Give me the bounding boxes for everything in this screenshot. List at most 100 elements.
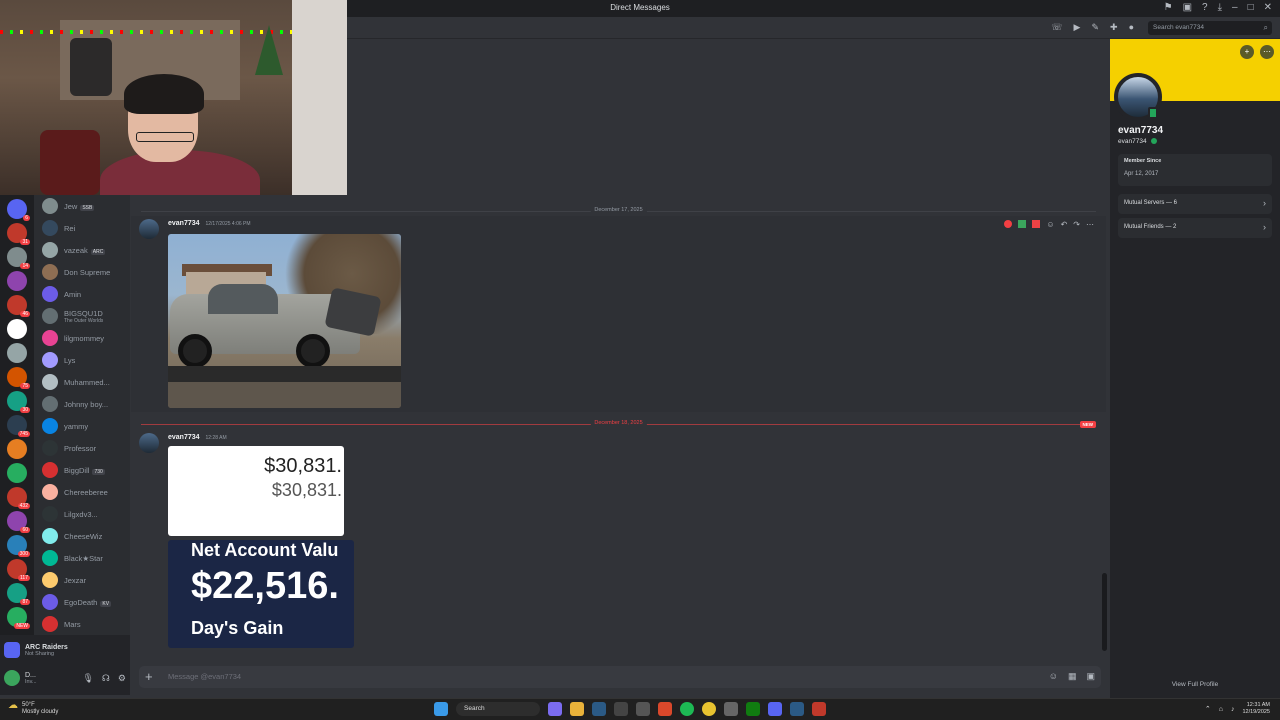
dm-list-item[interactable]: CheeseWiz (34, 525, 130, 547)
minimize-icon[interactable]: – (1232, 2, 1238, 13)
file-explorer-icon[interactable] (570, 702, 584, 716)
mutual-servers-row[interactable]: Mutual Servers — 6 › (1118, 194, 1272, 214)
chat-scrollbar[interactable] (1102, 200, 1107, 655)
server-icon[interactable]: 745 (7, 415, 30, 437)
attachment-image-account-value[interactable]: Net Account Valu $22,516. Day's Gain (168, 540, 354, 648)
steam-icon[interactable] (592, 702, 606, 716)
server-icon[interactable]: 75 (7, 367, 30, 389)
dm-list-item[interactable]: Professor (34, 437, 130, 459)
emoji-icon[interactable]: ☺ (1049, 671, 1058, 682)
dm-list-item[interactable]: vazeak ARC (34, 239, 130, 261)
message-item[interactable]: evan7734 12/17/2025 4:06 PM ☺ ↶ ↷ ⋯ (131, 216, 1106, 412)
forward-icon[interactable]: ↷ (1073, 220, 1080, 229)
attachment-image-balance[interactable]: $30,831. $30,831. (168, 446, 344, 536)
voice-call-icon[interactable]: ☏ (1051, 22, 1062, 33)
help-icon[interactable]: ? (1202, 2, 1208, 13)
app-icon[interactable] (812, 702, 826, 716)
network-icon[interactable]: ⌂ (1219, 706, 1223, 713)
close-icon[interactable]: ✕ (1264, 2, 1272, 13)
settings-icon[interactable] (636, 702, 650, 716)
server-icon[interactable]: NEW (7, 607, 30, 629)
reaction-1-icon[interactable] (1004, 220, 1013, 228)
server-icon[interactable]: 60 (7, 511, 30, 533)
widget-icon[interactable] (548, 702, 562, 716)
windows-start-icon[interactable] (434, 702, 448, 716)
reply-icon[interactable]: ↶ (1061, 220, 1068, 229)
mutual-friends-row[interactable]: Mutual Friends — 2 › (1118, 218, 1272, 238)
server-icon[interactable]: 6 (7, 199, 30, 221)
avatar[interactable] (4, 670, 20, 686)
video-call-icon[interactable]: ▶ (1074, 22, 1081, 33)
clock[interactable]: 12:31 AM 12/19/2025 (1242, 702, 1270, 716)
spotify-icon[interactable] (680, 702, 694, 716)
message-author[interactable]: evan7734 (168, 220, 200, 227)
server-icon[interactable] (7, 463, 27, 483)
dm-list-item[interactable]: Jexzar (34, 569, 130, 591)
server-icon[interactable]: 30 (7, 391, 30, 413)
gift-icon[interactable]: ▣ (1086, 671, 1095, 682)
pin-icon[interactable]: ✎ (1091, 22, 1099, 33)
dm-list-item[interactable]: Amin (34, 283, 130, 305)
dm-list-item[interactable]: yammy (34, 415, 130, 437)
steam-icon[interactable] (790, 702, 804, 716)
message-author[interactable]: evan7734 (168, 434, 200, 441)
dm-list-item[interactable]: lilgmommey (34, 327, 130, 349)
message-composer[interactable]: + Message @evan7734 ☺ ▦ ▣ (139, 666, 1101, 688)
server-icon[interactable] (7, 439, 27, 459)
dm-list-item[interactable]: Black★Star (34, 547, 130, 569)
server-icon[interactable] (7, 343, 27, 363)
app-icon[interactable] (724, 702, 738, 716)
search-input[interactable]: Search evan7734 ⌕ (1148, 21, 1272, 35)
message-avatar[interactable] (139, 433, 159, 453)
dm-list-item[interactable]: BIGSQU1D The Outer Worlds (34, 305, 130, 327)
more-options-icon[interactable]: ⋯ (1086, 220, 1094, 229)
inbox-icon[interactable]: ▣ (1183, 2, 1192, 13)
view-full-profile-link[interactable]: View Full Profile (1110, 681, 1280, 688)
dm-list-item[interactable]: Lilgxdv3... (34, 503, 130, 525)
message-input[interactable]: Message @evan7734 (168, 672, 241, 681)
dm-list-item[interactable]: Johnny boy... (34, 393, 130, 415)
message-avatar[interactable] (139, 219, 159, 239)
server-icon[interactable] (7, 271, 27, 291)
dm-list-item[interactable]: Don Supreme (34, 261, 130, 283)
dm-list-item[interactable]: Mars (34, 613, 130, 635)
flag-icon[interactable]: ⚑ (1164, 2, 1173, 13)
dm-list-item[interactable]: Chereeberee (34, 481, 130, 503)
attachment-image-truck[interactable] (168, 234, 401, 408)
add-reaction-icon[interactable]: ☺ (1046, 220, 1054, 229)
add-friends-icon[interactable]: ✚ (1110, 22, 1118, 33)
server-icon[interactable]: 31 (7, 223, 30, 245)
activity-panel[interactable]: ARC Raiders Not Sharing (4, 639, 126, 661)
brave-icon[interactable] (658, 702, 672, 716)
server-icon[interactable]: 300 (7, 535, 30, 557)
server-icon[interactable]: 14 (7, 247, 30, 269)
scrollbar-thumb[interactable] (1102, 573, 1107, 651)
weather-widget[interactable]: ☁ 50°F Mostly cloudy (8, 701, 58, 716)
reaction-3-icon[interactable] (1032, 220, 1041, 228)
download-icon[interactable]: ⤓ (1218, 2, 1222, 13)
attach-plus-icon[interactable]: + (145, 669, 153, 684)
server-icon[interactable] (7, 319, 27, 339)
dm-list-item[interactable]: EgoDeath KV (34, 591, 130, 613)
more-icon[interactable]: ⋯ (1260, 45, 1274, 59)
dm-list-item[interactable]: Rei (34, 217, 130, 239)
taskbar-search[interactable]: Search (456, 702, 540, 716)
app-icon[interactable] (614, 702, 628, 716)
server-icon[interactable]: 46 (7, 295, 30, 317)
discord-icon[interactable] (768, 702, 782, 716)
add-friend-icon[interactable]: + (1240, 45, 1254, 59)
dm-list-item[interactable]: Lys (34, 349, 130, 371)
microphone-icon[interactable]: 🎙 (82, 673, 93, 684)
dm-list-item[interactable]: Jew SSB (34, 195, 130, 217)
reaction-2-icon[interactable] (1018, 220, 1027, 228)
xbox-icon[interactable] (746, 702, 760, 716)
profile-toggle-icon[interactable]: ● (1129, 22, 1134, 33)
maximize-icon[interactable]: □ (1248, 2, 1254, 13)
server-icon[interactable]: 87 (7, 583, 30, 605)
chrome-icon[interactable] (702, 702, 716, 716)
headphones-icon[interactable]: ☊ (102, 673, 110, 684)
settings-gear-icon[interactable]: ⚙ (118, 673, 126, 684)
apps-icon[interactable]: ▦ (1068, 671, 1077, 682)
dm-list-item[interactable]: Muhammed... (34, 371, 130, 393)
volume-icon[interactable]: ♪ (1231, 706, 1235, 713)
